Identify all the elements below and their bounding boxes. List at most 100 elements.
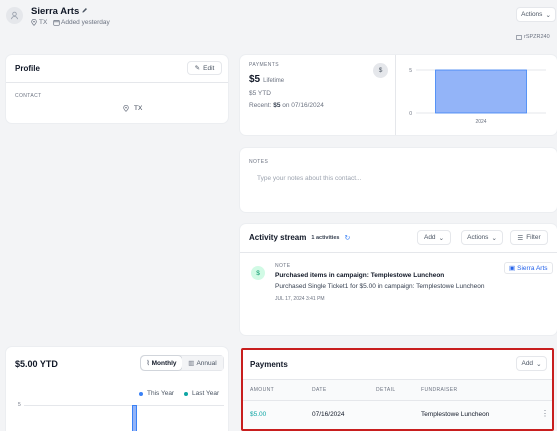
- legend-this-year-label: This Year: [147, 390, 175, 397]
- profile-title: Profile: [15, 64, 40, 73]
- activity-item-body: Purchased Single Ticket1 for $5.00 in ca…: [275, 283, 485, 290]
- header-actions-button[interactable]: Actions ⌄: [516, 7, 556, 22]
- notes-placeholder: Type your notes about this contact...: [257, 175, 362, 182]
- refresh-icon[interactable]: ↻: [345, 234, 351, 242]
- ytd-toggle-group: ⌇ Monthly ▥ Annual: [140, 355, 224, 371]
- activity-actions-label: Actions: [467, 234, 489, 241]
- chart-xtick-label: 2024: [475, 119, 486, 125]
- ytd-title: $5.00 YTD: [15, 359, 58, 369]
- monthly-label: Monthly: [151, 359, 177, 367]
- dollar-badge-text: $: [378, 67, 383, 74]
- user-badge-icon: ▣: [509, 265, 516, 272]
- payments-table-card: Payments Add ⌄ AMOUNT DATE DETAIL FUNDRA…: [241, 348, 554, 431]
- annual-label: Annual: [196, 359, 217, 367]
- activity-actions-button[interactable]: Actions ⌄: [461, 230, 503, 245]
- location-icon: [31, 19, 37, 26]
- filter-icon: ☰: [517, 234, 524, 242]
- ytd-amount: $5 YTD: [249, 90, 271, 97]
- payments-summary-label: PAYMENTS: [249, 62, 279, 68]
- ytd-card: $5.00 YTD ⌇ Monthly ▥ Annual This Year L…: [6, 347, 228, 431]
- activity-item: $ NOTE Purchased items in campaign: Temp…: [240, 253, 557, 335]
- table-row[interactable]: $5.00 07/16/2024 Templestowe Luncheon ⋮: [243, 401, 552, 429]
- id-card-icon: [516, 34, 522, 40]
- col-detail: DETAIL: [376, 387, 396, 393]
- activity-item-author-link[interactable]: ▣ Sierra Arts: [504, 262, 553, 274]
- dollar-badge: $: [373, 63, 388, 78]
- activity-filter-label: Filter: [526, 234, 541, 241]
- row-menu-icon[interactable]: ⋮: [541, 409, 549, 418]
- contact-location: TX: [39, 19, 48, 26]
- chevron-down-icon: ⌄: [545, 11, 551, 19]
- row-fundraiser: Templestowe Luncheon: [421, 411, 490, 418]
- user-icon: [10, 11, 19, 20]
- activity-add-button[interactable]: Add ⌄: [417, 230, 451, 245]
- col-fundraiser: FUNDRAISER: [421, 387, 458, 393]
- activity-title: Activity stream: [249, 233, 307, 242]
- activity-item-icon-letter: $: [256, 269, 260, 277]
- lifetime-amount: $5: [249, 74, 261, 85]
- ytd-bar: [132, 405, 137, 431]
- recent-amount: $5: [273, 102, 281, 109]
- header-actions-label: Actions: [521, 11, 543, 18]
- chart-ytick-label: 0: [409, 111, 412, 117]
- contact-added: Added yesterday: [61, 19, 110, 26]
- activity-item-timestamp: JUL 17, 2024 3:41 PM: [275, 296, 325, 302]
- payments-chart: 5 0 2024: [409, 68, 546, 125]
- bar-chart-icon: ▥: [188, 360, 195, 367]
- activity-card: Activity stream 1 activities ↻ Add ⌄ Act…: [240, 224, 557, 335]
- profile-location-icon: [123, 105, 129, 112]
- ytd-gridline: [24, 405, 224, 406]
- profile-edit-label: Edit: [203, 64, 215, 72]
- id-tag-label: rSPZR240: [524, 34, 550, 40]
- ytd-ytick: 5: [18, 402, 21, 408]
- legend-dot-last-year: [184, 391, 188, 396]
- payments-add-label: Add: [521, 360, 534, 367]
- legend-last-year-label: Last Year: [192, 390, 220, 397]
- profile-card: Profile ✎ Edit CONTACT TX: [6, 55, 228, 123]
- payments-summary-card: PAYMENTS $5 Lifetime $5 YTD Recent: $5 o…: [240, 55, 557, 135]
- notes-input[interactable]: Type your notes about this contact...: [249, 172, 549, 204]
- payments-table-header: AMOUNT DATE DETAIL FUNDRAISER: [243, 379, 552, 401]
- annual-toggle[interactable]: ▥ Annual: [182, 356, 223, 370]
- chart-bar: [435, 69, 527, 114]
- recent-payment: Recent: $5 on 07/16/2024: [249, 102, 324, 109]
- profile-contact-section: CONTACT: [15, 93, 42, 99]
- recent-prefix: Recent:: [249, 102, 272, 109]
- notes-label: NOTES: [249, 159, 269, 165]
- activity-item-author: Sierra Arts: [517, 264, 548, 272]
- activity-item-title: Purchased items in campaign: Templestowe…: [275, 272, 445, 279]
- chevron-down-icon: ⌄: [536, 360, 542, 368]
- profile-edit-button[interactable]: ✎ Edit: [187, 61, 222, 75]
- payments-add-button[interactable]: Add ⌄: [516, 356, 547, 371]
- payments-table-title: Payments: [250, 360, 288, 369]
- chart-ytick-label: 5: [409, 68, 412, 74]
- avatar: [6, 7, 23, 24]
- activity-count: 1 activities: [311, 234, 340, 241]
- monthly-toggle[interactable]: ⌇ Monthly: [141, 356, 182, 370]
- col-date: DATE: [312, 387, 327, 393]
- row-date: 07/16/2024: [312, 411, 345, 418]
- recent-suffix: on 07/16/2024: [282, 102, 324, 109]
- legend-this-year: This Year: [139, 390, 174, 397]
- activity-add-label: Add: [423, 234, 436, 241]
- activity-item-type: NOTE: [275, 263, 291, 269]
- profile-location: TX: [134, 105, 143, 112]
- activity-item-icon: $: [251, 266, 265, 280]
- edit-name-icon[interactable]: [81, 7, 88, 14]
- chevron-down-icon: ⌄: [491, 234, 497, 242]
- notes-card: NOTES Type your notes about this contact…: [240, 148, 557, 212]
- lifetime-label: Lifetime: [263, 78, 285, 84]
- payments-chart-divider: [395, 55, 396, 135]
- activity-header: Activity stream 1 activities ↻: [249, 233, 350, 242]
- calendar-icon: [53, 19, 60, 26]
- pencil-icon: ✎: [194, 65, 201, 72]
- line-chart-icon: ⌇: [146, 360, 150, 367]
- lifetime-row: $5 Lifetime: [249, 74, 284, 85]
- row-amount[interactable]: $5.00: [250, 411, 266, 418]
- legend-last-year: Last Year: [184, 390, 219, 397]
- activity-filter-button[interactable]: ☰ Filter: [510, 230, 548, 245]
- chevron-down-icon: ⌄: [438, 234, 445, 242]
- contact-name: Sierra Arts: [31, 6, 80, 17]
- id-tag: rSPZR240: [516, 34, 550, 40]
- legend-dot-this-year: [139, 391, 143, 396]
